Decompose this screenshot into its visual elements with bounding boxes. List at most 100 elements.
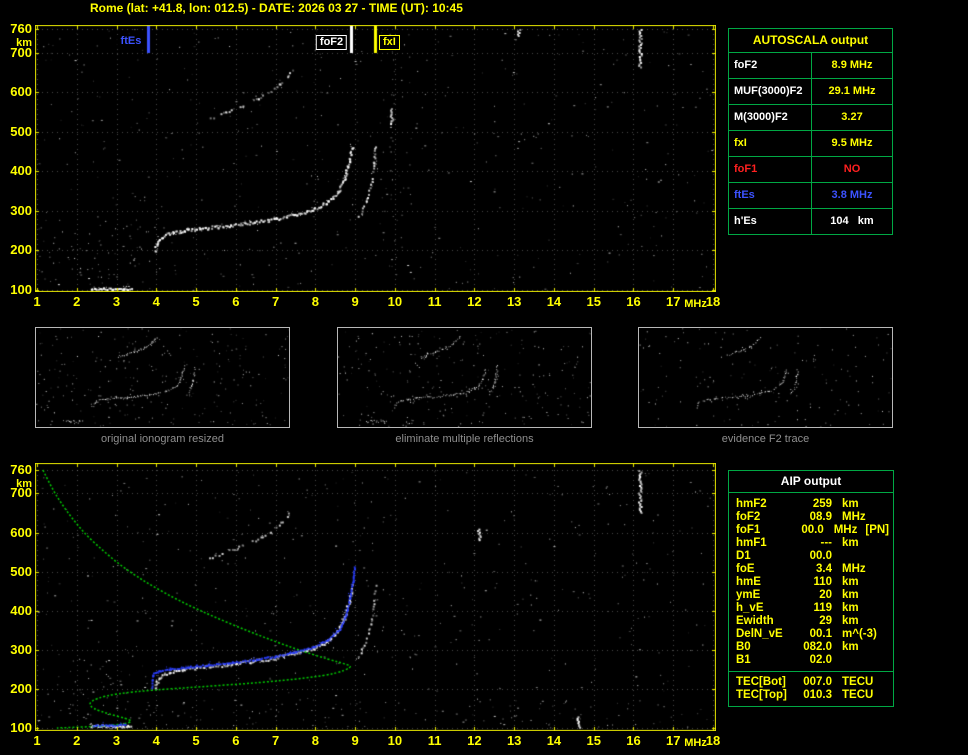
y-axis-unit-label: km [16,478,32,490]
y-tick-label: 400 [10,163,32,179]
autoscala-row-value: NO [843,163,861,175]
y-tick-label: 400 [10,602,32,618]
autoscala-row-label: fxI [729,131,812,156]
x-tick-label: 8 [311,733,319,748]
x-tick-label: 7 [271,294,280,309]
marker-label-fxI: fxI [379,35,400,50]
page-title: Rome (lat: +41.8, lon: 012.5) - DATE: 20… [90,1,463,15]
aip-row-unit: km [842,576,859,588]
aip-row-unit: km [842,641,859,653]
x-tick-label: 7 [271,733,280,748]
aip-row-unit: TECU [842,676,874,688]
aip-row-unit: MHz [842,563,866,575]
aip-row-value: 08.9 [809,511,832,523]
thumbnail-original-ionogram [35,327,290,428]
y-tick-label: 760 [10,21,32,36]
x-tick-label: 6 [232,733,240,748]
x-tick-label: 16 [626,733,641,748]
autoscala-row-value: 104 km [830,215,874,227]
aip-row-value: 29 [819,615,832,627]
aip-output-table: AIP output hmF2 259 km foF2 08.9 MHz foF1 00.0 M… [728,470,894,707]
x-tick-label: 17 [666,733,681,748]
aip-row-unit: km [842,602,859,614]
x-tick-label: 17 [666,294,681,309]
thumbnail-caption-original: original ionogram resized [101,433,224,445]
aip-row-unit: km [842,589,859,601]
aip-row-value: 20 [819,589,832,601]
x-tick-label: 4 [152,294,160,309]
aip-row: foF1 00.0 MHz [PN] [736,524,889,537]
aip-row-name: B1 [736,654,751,666]
autoscala-row: foF2 8.9 MHz [729,53,892,79]
aip-row: hmF1 --- km [736,537,889,550]
aip-row: D1 00.0 [736,550,889,563]
y-tick-label: 100 [10,282,32,297]
aip-row-name: foF2 [736,511,761,523]
autoscala-row: foF1 NO [729,157,892,183]
aip-row: TEC[Top] 010.3 TECU [736,689,889,702]
aip-row: h_vE 119 km [736,602,889,615]
x-axis-unit-label: MHz [684,737,707,749]
aip-row-name: B0 [736,641,751,653]
aip-row-name: ymE [736,589,761,601]
x-tick-label: 3 [112,294,121,309]
autoscala-row: h'Es 104 km [729,209,892,234]
aip-row-name: hmF1 [736,537,767,549]
y-tick-label: 500 [10,123,32,139]
aip-row-name: D1 [736,550,751,562]
aip-row: ymE 20 km [736,589,889,602]
x-tick-label: 15 [586,733,601,748]
thumbnail-eliminate-multiple-reflections [337,327,592,428]
autoscala-row-label: foF2 [729,53,812,78]
autoscala-table-rows: foF2 8.9 MHz MUF(3000)F2 29.1 MHz M(3000)F2 3… [729,53,892,234]
autoscala-window: Rome (lat: +41.8, lon: 012.5) - DATE: 20… [0,0,968,755]
aip-row-value: 007.0 [803,676,832,688]
aip-table-title: AIP output [729,471,893,493]
aip-row-value: 259 [812,498,832,510]
x-tick-label: 1 [33,733,41,748]
marker-label-ftEs: ftEs [117,35,145,48]
x-tick-label: 15 [586,294,601,309]
aip-row-value: 00.0 [809,550,832,562]
x-tick-label: 6 [232,294,240,309]
y-tick-label: 200 [10,242,32,258]
aip-row-name: foE [736,563,755,575]
autoscala-table-title: AUTOSCALA output [729,29,892,53]
x-tick-label: 11 [427,733,442,748]
aip-row-value: --- [820,537,833,549]
aip-row: foF2 08.9 MHz [736,511,889,524]
x-tick-label: 12 [467,294,482,309]
x-tick-label: 16 [626,294,641,309]
autoscala-row-label: ftEs [729,183,812,208]
y-axis-unit-label: km [16,37,32,49]
aip-row: hmF2 259 km [736,498,889,511]
autoscala-row: fxI 9.5 MHz [729,131,892,157]
autoscala-row: M(3000)F2 3.27 [729,105,892,131]
aip-row-unit: MHz [833,524,858,536]
autoscala-row-value: 3.8 MHz [831,189,873,201]
aip-row-value: 082.0 [803,641,832,653]
x-tick-label: 5 [192,733,200,748]
top-ionogram-canvas [35,25,716,292]
autoscala-row: ftEs 3.8 MHz [729,183,892,209]
aip-row-name: DelN_vE [736,628,783,640]
x-tick-label: 11 [427,294,442,309]
aip-row-value: 3.4 [816,563,832,575]
y-tick-label: 100 [10,720,32,735]
autoscala-row-label: foF1 [729,157,812,182]
aip-row: B0 082.0 km [736,641,889,654]
thumbnail-caption-evidence: evidence F2 trace [721,433,810,445]
x-tick-label: 8 [311,294,319,309]
y-tick-label: 760 [10,462,32,477]
aip-row-name: foF1 [736,524,761,536]
y-tick-label: 200 [10,680,32,696]
aip-row-value: 00.1 [809,628,832,640]
x-tick-label: 10 [387,733,403,748]
x-tick-label: 2 [73,733,81,748]
x-tick-label: 1 [33,294,41,309]
autoscala-row-label: M(3000)F2 [729,105,812,130]
aip-row-value: 02.0 [809,654,832,666]
autoscala-row-value: 8.9 MHz [831,59,873,71]
marker-label-foF2: foF2 [315,35,348,50]
aip-row-value: 010.3 [803,689,832,701]
